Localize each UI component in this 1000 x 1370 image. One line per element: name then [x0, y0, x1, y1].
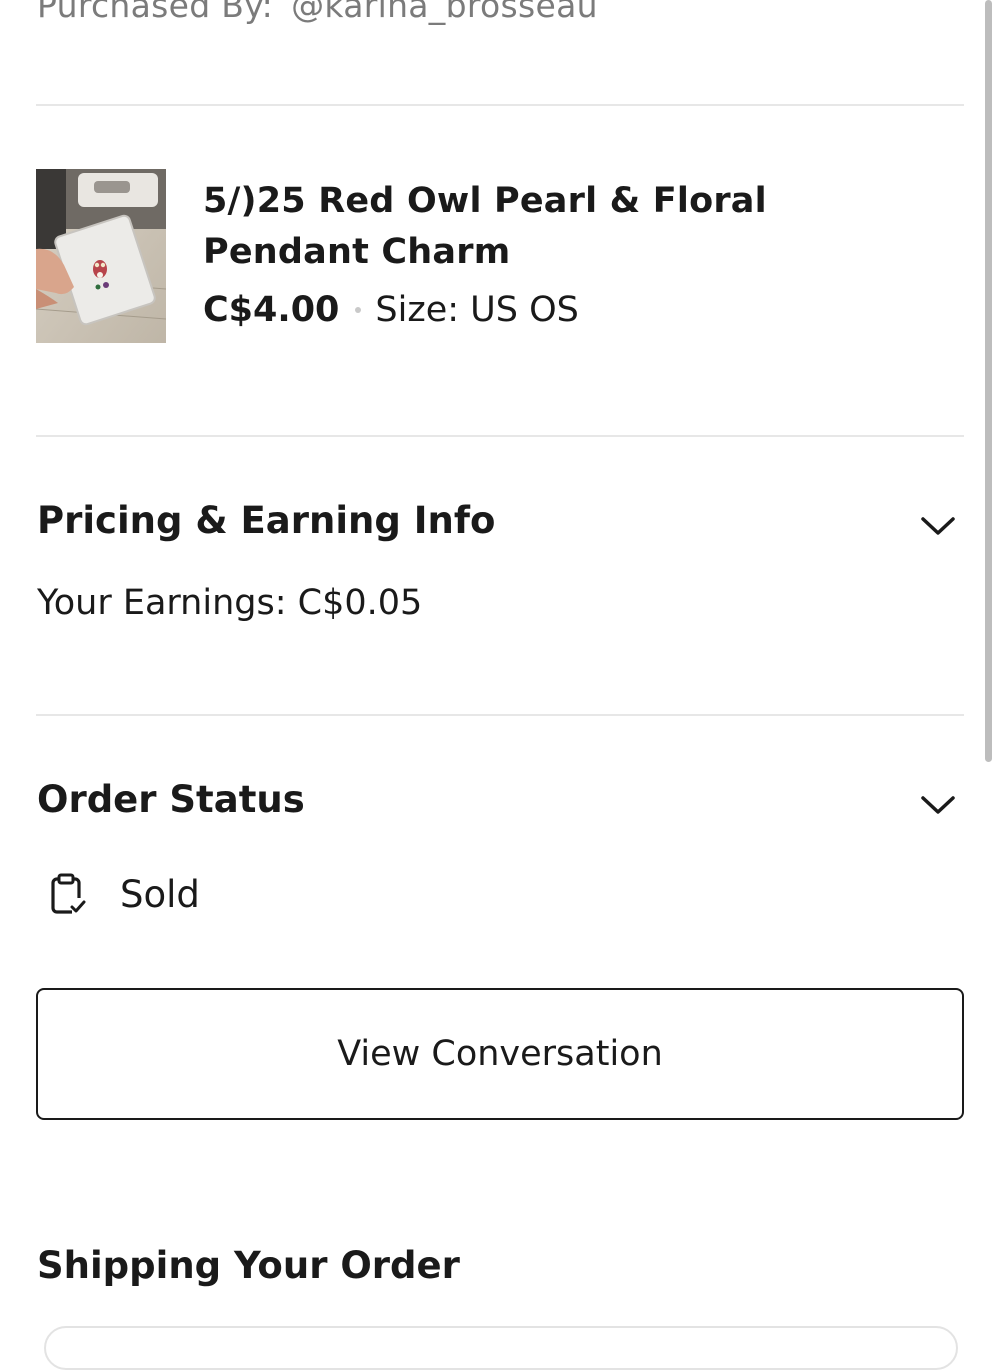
chevron-down-icon[interactable] [918, 514, 958, 538]
clipboard-check-icon [51, 873, 86, 914]
item-thumbnail[interactable] [36, 169, 166, 343]
owl-pendant-photo [36, 169, 166, 343]
purchaser-username[interactable]: @karina_brosseau [291, 0, 598, 25]
scrollbar[interactable] [985, 0, 992, 762]
order-status-title[interactable]: Order Status [37, 778, 305, 821]
pricing-section-title[interactable]: Pricing & Earning Info [37, 499, 495, 542]
purchased-by: Purchased By: @karina_brosseau [37, 0, 598, 25]
item-price: C$4.00 [203, 290, 340, 330]
shipping-section-title: Shipping Your Order [37, 1244, 460, 1287]
chevron-down-icon[interactable] [918, 793, 958, 817]
separator-dot [355, 307, 362, 313]
item-size: Size: US OS [375, 290, 579, 330]
divider [36, 104, 964, 106]
view-conversation-button[interactable]: View Conversation [36, 988, 964, 1120]
order-status-value: Sold [120, 872, 200, 916]
price-row: C$4.00 Size: US OS [203, 290, 579, 330]
order-status-row: Sold [48, 872, 200, 916]
divider [36, 435, 964, 437]
item-title[interactable]: 5/)25 Red Owl Pearl & Floral Pendant Cha… [203, 176, 943, 278]
purchased-by-label: Purchased By: [37, 0, 274, 25]
divider [36, 714, 964, 716]
earnings-text: Your Earnings: C$0.05 [37, 583, 423, 623]
